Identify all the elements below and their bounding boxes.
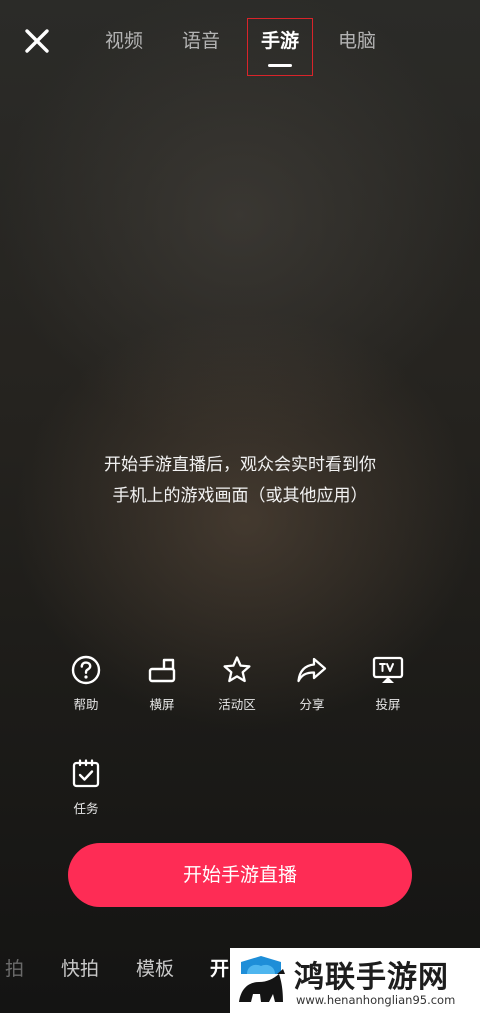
live-type-tabs: 视频 语音 手游 电脑 xyxy=(0,18,480,78)
task-icon xyxy=(72,759,100,788)
activity-zone-button[interactable]: 活动区 xyxy=(199,654,275,713)
cast-icon xyxy=(372,656,404,683)
landscape-icon xyxy=(148,658,176,683)
help-label: 帮助 xyxy=(73,697,99,712)
help-button[interactable]: 帮助 xyxy=(48,654,124,713)
cast-screen-button[interactable]: 投屏 xyxy=(350,654,426,713)
live-hint-text: 开始手游直播后，观众会实时看到你 手机上的游戏画面（或其他应用） xyxy=(40,450,440,512)
tab-highlight-box xyxy=(247,18,313,76)
landscape-button[interactable]: 横屏 xyxy=(124,654,200,713)
watermark-url: www.henanhonglian95.com xyxy=(296,993,456,1007)
activity-zone-label: 活动区 xyxy=(218,697,256,712)
tab-video-label: 视频 xyxy=(104,30,143,52)
mode-item-photo[interactable]: 拍 xyxy=(5,954,24,981)
tab-computer[interactable]: 电脑 xyxy=(333,18,381,76)
mode-item-template[interactable]: 模板 xyxy=(136,954,174,981)
share-icon xyxy=(297,657,327,683)
landscape-label: 横屏 xyxy=(149,697,175,712)
tab-voice-label: 语音 xyxy=(181,30,220,52)
hint-line-2: 手机上的游戏画面（或其他应用） xyxy=(112,486,368,506)
watermark-logo-icon xyxy=(239,956,285,1002)
watermark-title: 鸿联手游网 xyxy=(294,960,449,995)
start-mobile-game-live-button[interactable]: 开始手游直播 xyxy=(68,843,412,907)
share-button[interactable]: 分享 xyxy=(274,654,350,713)
cast-screen-label: 投屏 xyxy=(375,697,401,712)
star-icon xyxy=(223,656,251,683)
share-label: 分享 xyxy=(299,697,325,712)
mode-item-quick-shot[interactable]: 快拍 xyxy=(61,954,99,981)
mode-item-live[interactable]: 开 xyxy=(210,954,229,981)
active-tab-indicator xyxy=(268,64,292,67)
hint-line-1: 开始手游直播后，观众会实时看到你 xyxy=(104,455,376,475)
tab-computer-label: 电脑 xyxy=(337,30,376,52)
help-icon xyxy=(71,655,101,685)
task-button[interactable]: 任务 xyxy=(48,758,124,817)
task-label: 任务 xyxy=(73,801,99,816)
tab-mobile-game[interactable]: 手游 xyxy=(247,18,313,76)
site-watermark: 鸿联手游网 www.henanhonglian95.com xyxy=(230,948,480,1013)
tab-voice[interactable]: 语音 xyxy=(177,18,225,76)
tab-video[interactable]: 视频 xyxy=(100,18,148,76)
